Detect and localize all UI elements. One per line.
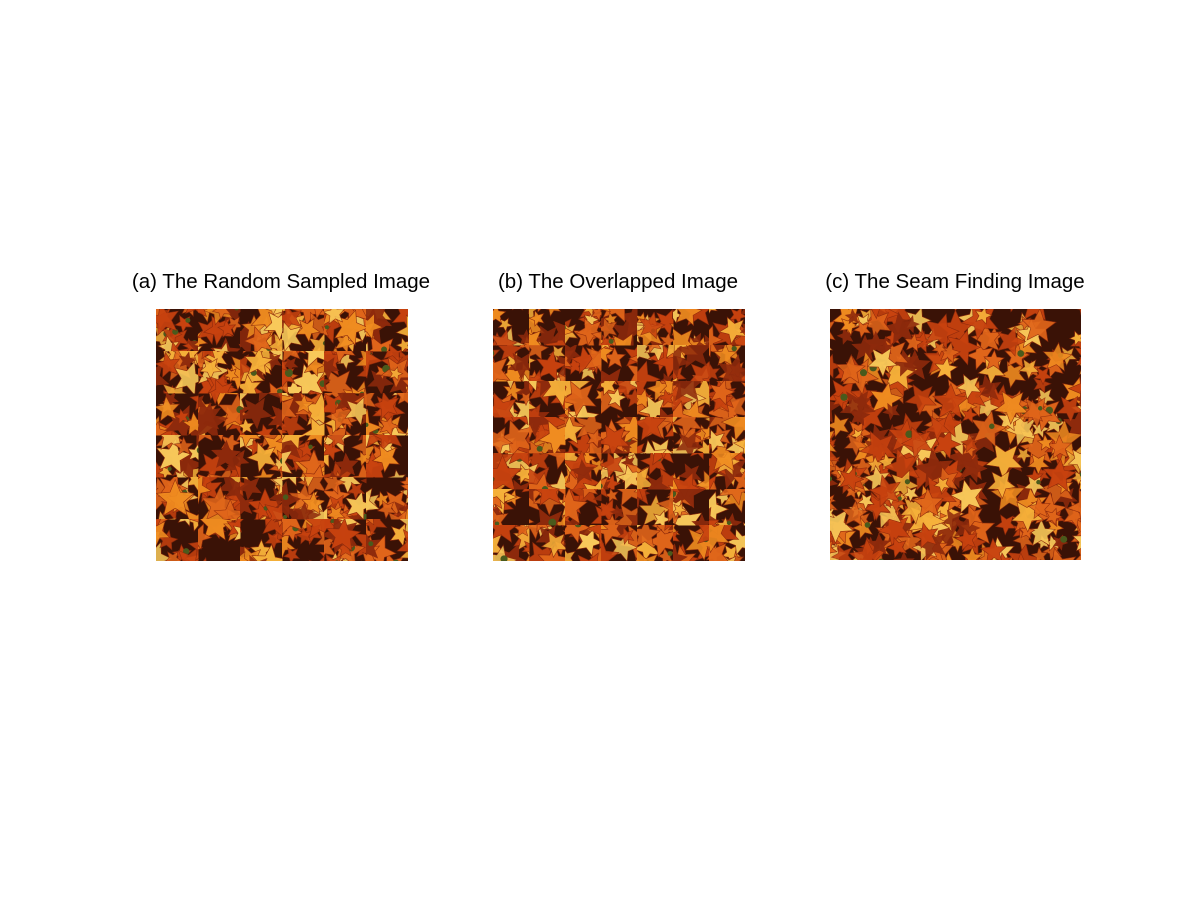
leaf-fleck	[536, 445, 543, 452]
leaf-fleck	[1017, 350, 1025, 357]
leaf-fleck	[324, 325, 329, 330]
leaf-fleck	[1060, 535, 1068, 543]
figure: (a) The Random Sampled Image (b) The Ove…	[0, 0, 1200, 900]
leaf-fleck	[1037, 406, 1043, 411]
panel-title: (c) The Seam Finding Image	[825, 270, 1085, 293]
leaf-fleck	[904, 479, 911, 485]
leaf-fleck	[608, 338, 614, 344]
leaf-fleck	[368, 541, 374, 547]
leaf-fleck	[667, 550, 673, 556]
panel-title: (b) The Overlapped Image	[497, 270, 739, 293]
leaf-fleck	[1036, 479, 1041, 485]
texture-image	[830, 309, 1081, 560]
leaf-fleck	[726, 520, 732, 526]
leaf-fleck	[859, 369, 868, 377]
leaf-fleck	[308, 444, 313, 449]
leaf-fleck	[731, 345, 737, 352]
leaf-fleck	[989, 423, 995, 429]
panel-title: (a) The Random Sampled Image	[131, 270, 431, 293]
leaf-fleck	[185, 317, 191, 323]
leaf-fleck	[840, 393, 848, 401]
leaf-fleck	[864, 522, 871, 528]
leaf-fleck	[167, 466, 172, 471]
texture-image	[493, 309, 745, 561]
leaf-fleck	[282, 494, 289, 500]
texture-image	[156, 309, 408, 561]
